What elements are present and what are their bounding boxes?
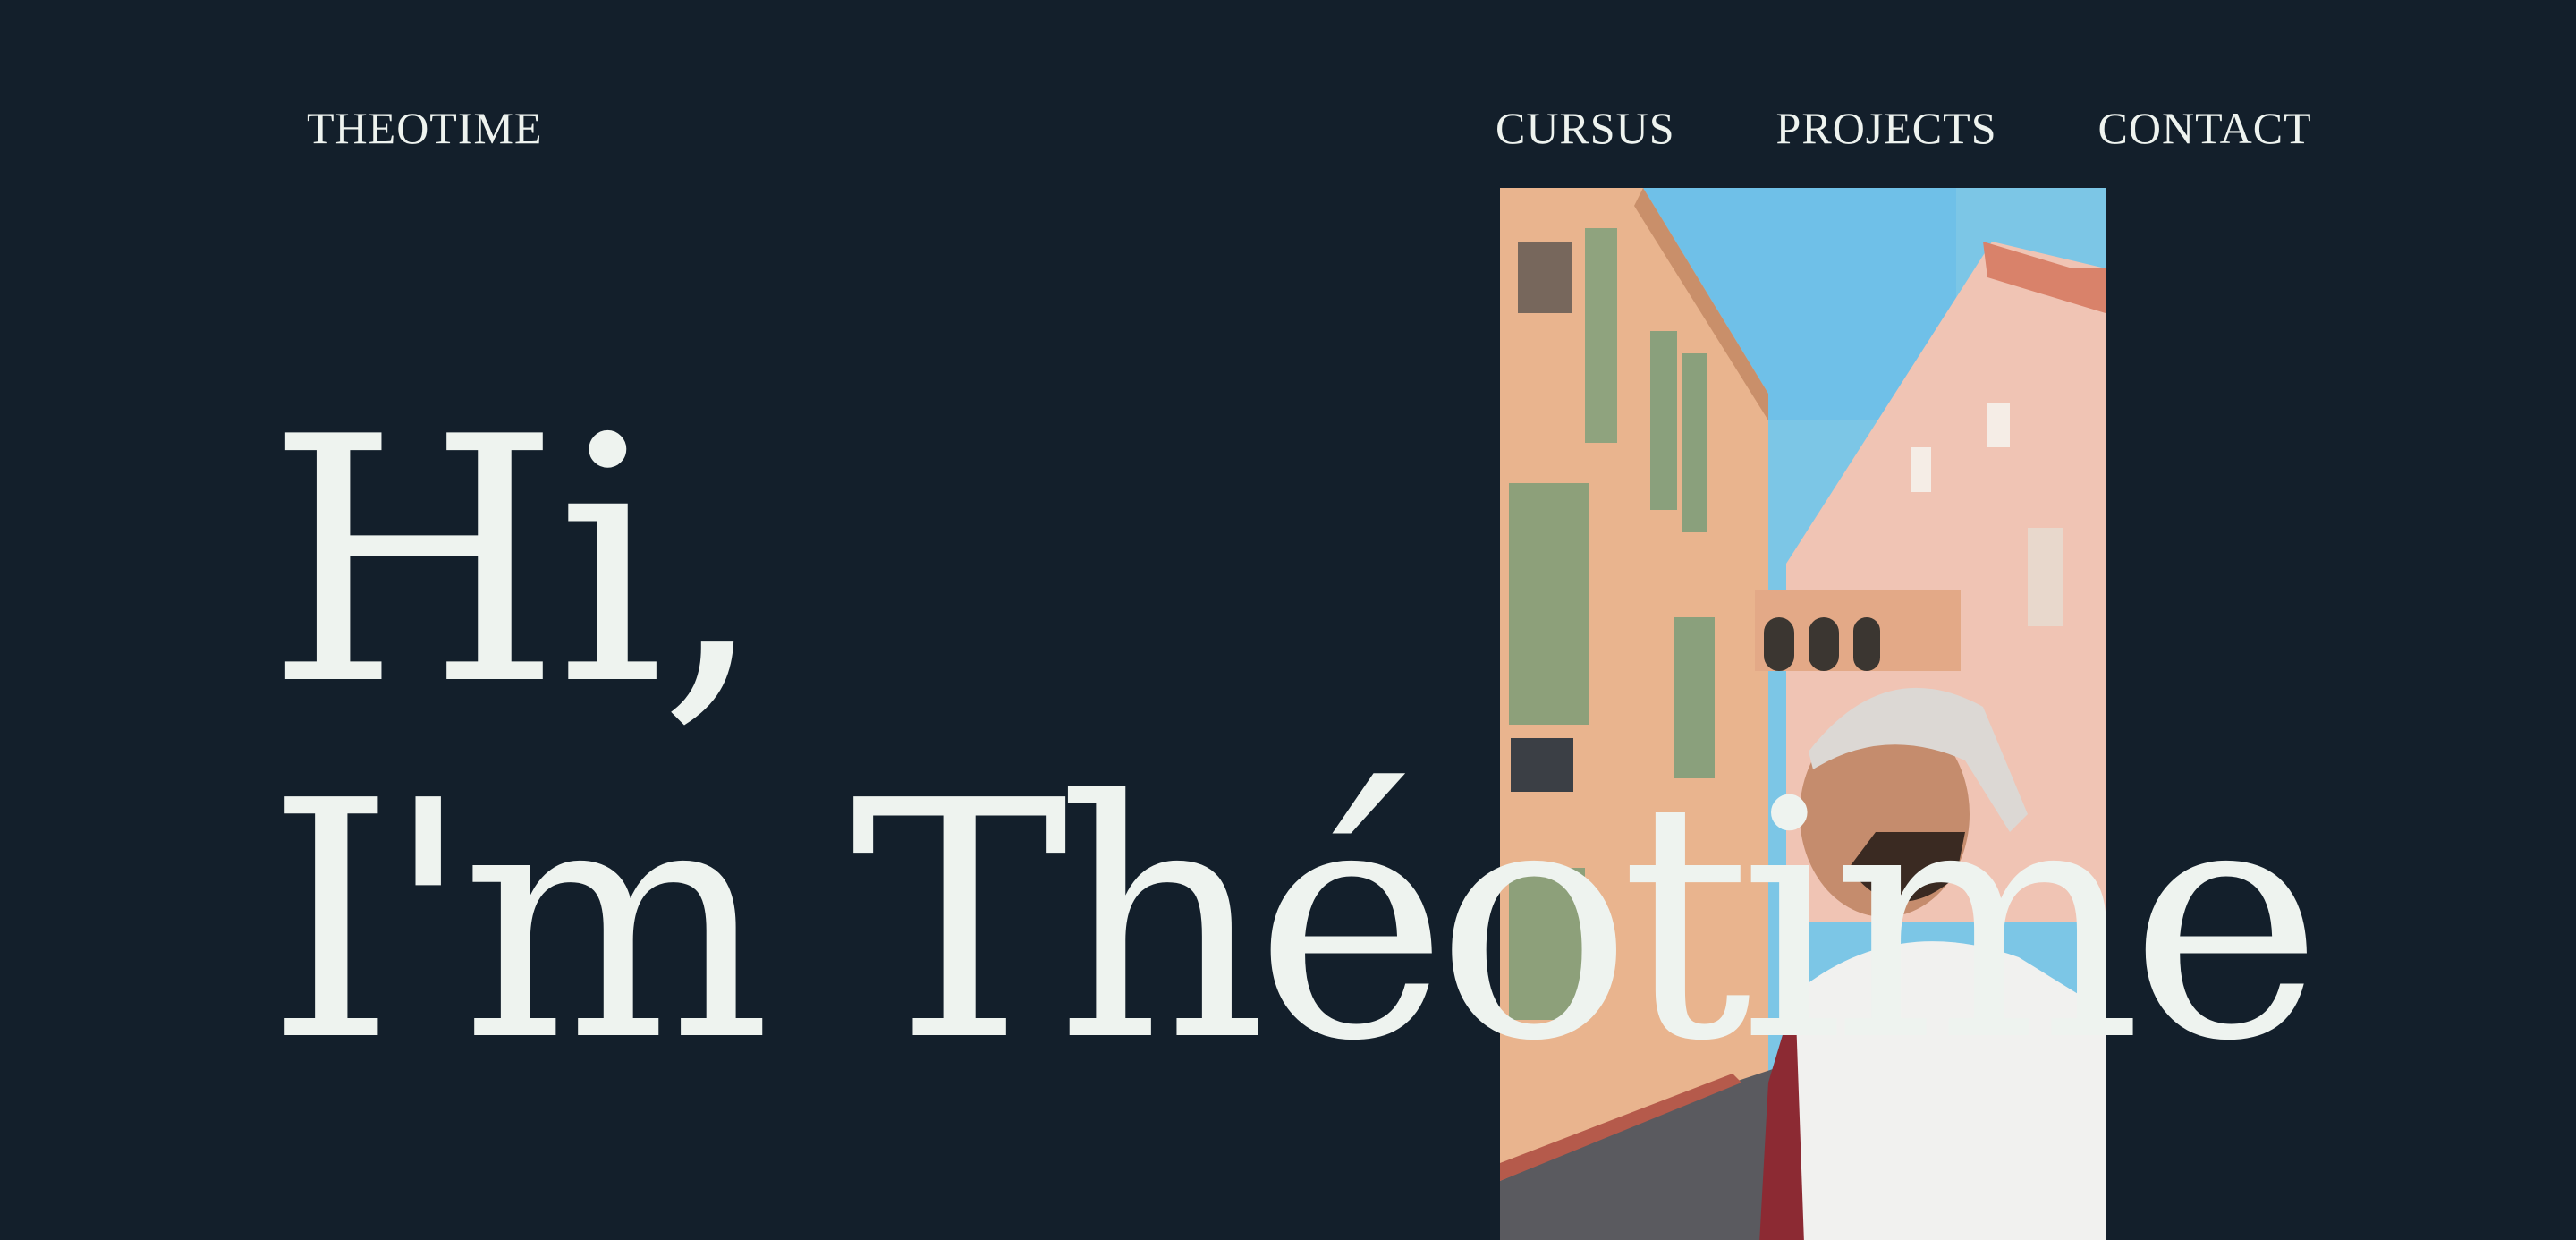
brand-link[interactable]: THEOTIME <box>307 106 543 150</box>
nav-projects[interactable]: PROJECTS <box>1776 106 1997 150</box>
hero-name: I'm Théotime <box>267 732 2323 1113</box>
main-nav: CURSUS PROJECTS CONTACT <box>1496 106 2312 150</box>
nav-cursus[interactable]: CURSUS <box>1496 106 1675 150</box>
page: THEOTIME CURSUS PROJECTS CONTACT Hi, I'm… <box>0 0 2576 1240</box>
nav-contact[interactable]: CONTACT <box>2098 106 2312 150</box>
hero-greeting: Hi, <box>267 366 767 760</box>
